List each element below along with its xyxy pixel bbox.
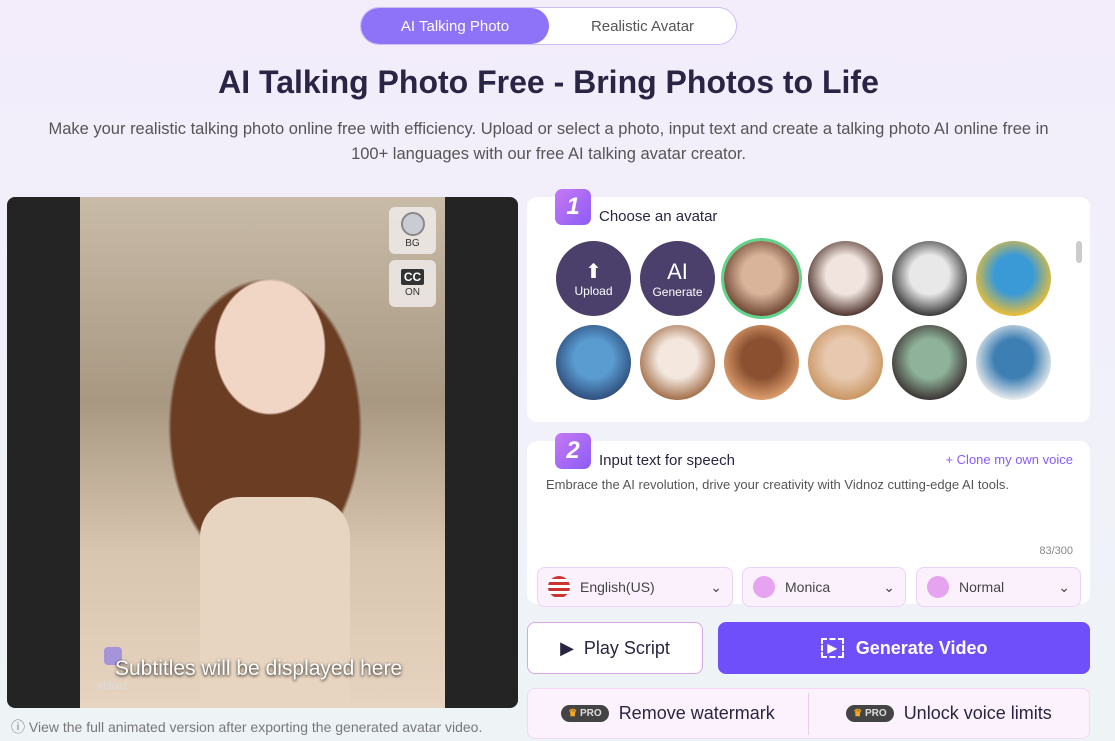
tab-ai-talking-photo[interactable]: AI Talking Photo: [361, 8, 549, 44]
page-subtitle: Make your realistic talking photo online…: [48, 120, 1049, 163]
pro-features-bar: ♛ PRO Remove watermark ♛ PRO Unlock voice …: [527, 688, 1090, 739]
emotion-value: Normal: [959, 579, 1005, 595]
step-title: Input text for speech: [599, 452, 735, 469]
language-select[interactable]: English(US) ⌄: [537, 567, 733, 607]
remove-watermark-label: Remove watermark: [618, 703, 775, 723]
upload-label: Upload: [574, 284, 613, 298]
watermark: Vidnoz: [97, 681, 128, 692]
chevron-down-icon: ⌄: [883, 578, 895, 595]
generate-video-button[interactable]: ▶ Generate Video: [718, 622, 1090, 674]
info-icon: ⓘ: [11, 719, 25, 735]
smiley-icon: [927, 576, 949, 598]
step-badge: 1: [555, 189, 591, 225]
video-frame-icon: ▶: [820, 638, 844, 658]
emotion-select[interactable]: Normal ⌄: [916, 567, 1081, 607]
avatar-option[interactable]: [556, 325, 631, 400]
tab-realistic-avatar[interactable]: Realistic Avatar: [549, 8, 736, 44]
background-icon: [400, 212, 425, 236]
clone-voice-link[interactable]: + Clone my own voice: [945, 452, 1073, 467]
char-count: 83/300: [1039, 545, 1073, 557]
pro-tag: PRO: [865, 708, 887, 719]
subtitle-placeholder: Subtitles will be displayed here: [115, 657, 403, 680]
ai-generate-avatar-button[interactable]: AI Generate: [640, 241, 715, 316]
speech-input-card: 2 Input text for speech + Clone my own v…: [527, 433, 1090, 607]
page-title: AI Talking Photo Free - Bring Photos to …: [218, 64, 879, 100]
captions-toggle[interactable]: CC ON: [389, 260, 436, 307]
note-text: View the full animated version after exp…: [28, 719, 483, 735]
chevron-down-icon: ⌄: [710, 578, 722, 595]
avatar-option[interactable]: [724, 325, 799, 400]
chevron-down-icon: ⌄: [1058, 578, 1070, 595]
cc-state: ON: [405, 287, 420, 298]
pro-badge: ♛ PRO: [561, 705, 609, 722]
upload-avatar-button[interactable]: ⬆ Upload: [556, 241, 631, 316]
language-value: English(US): [580, 579, 655, 595]
background-button[interactable]: BG: [389, 207, 436, 254]
upload-icon: ⬆: [585, 261, 602, 283]
avatar-option[interactable]: [976, 241, 1051, 316]
avatar-option[interactable]: [892, 325, 967, 400]
unlock-voice-button[interactable]: ♛ PRO Unlock voice limits: [809, 703, 1089, 724]
play-script-button[interactable]: ▶ Play Script: [527, 622, 703, 674]
step-title: Choose an avatar: [599, 208, 718, 225]
choose-avatar-card: 1 Choose an avatar ⬆ Upload AI Generate: [527, 189, 1090, 422]
avatar-option[interactable]: [976, 325, 1051, 400]
ai-icon: AI: [667, 258, 688, 284]
step-badge: 2: [555, 433, 591, 469]
pro-tag: PRO: [580, 708, 602, 719]
cc-icon: CC: [400, 269, 425, 285]
avatar-preview: BG CC ON Subtitles will be displayed here…: [7, 197, 518, 708]
avatar-option[interactable]: [808, 325, 883, 400]
avatar-option[interactable]: [808, 241, 883, 316]
us-flag-icon: [548, 576, 570, 598]
avatar-option[interactable]: [724, 241, 799, 316]
generate-label: Generate Video: [855, 637, 988, 658]
mode-tabs: AI Talking Photo Realistic Avatar: [360, 7, 737, 45]
play-icon: ▶: [560, 637, 574, 658]
avatar-scrollbar[interactable]: [1076, 241, 1082, 263]
crown-icon: ♛: [853, 708, 863, 719]
generate-label: Generate: [652, 284, 703, 299]
avatar-option[interactable]: [892, 241, 967, 316]
voice-select[interactable]: Monica ⌄: [742, 567, 906, 607]
remove-watermark-button[interactable]: ♛ PRO Remove watermark: [528, 703, 808, 724]
avatar-option[interactable]: [640, 325, 715, 400]
preview-note: ⓘ View the full animated version after e…: [11, 717, 482, 737]
bg-label: BG: [405, 238, 420, 249]
play-label: Play Script: [583, 637, 670, 658]
voice-value: Monica: [785, 579, 831, 595]
speech-text-input[interactable]: Embrace the AI revolution, drive your cr…: [546, 477, 1009, 492]
pro-badge: ♛ PRO: [846, 705, 894, 722]
person-icon: [753, 576, 775, 598]
crown-icon: ♛: [568, 708, 578, 719]
unlock-voice-label: Unlock voice limits: [903, 703, 1052, 723]
